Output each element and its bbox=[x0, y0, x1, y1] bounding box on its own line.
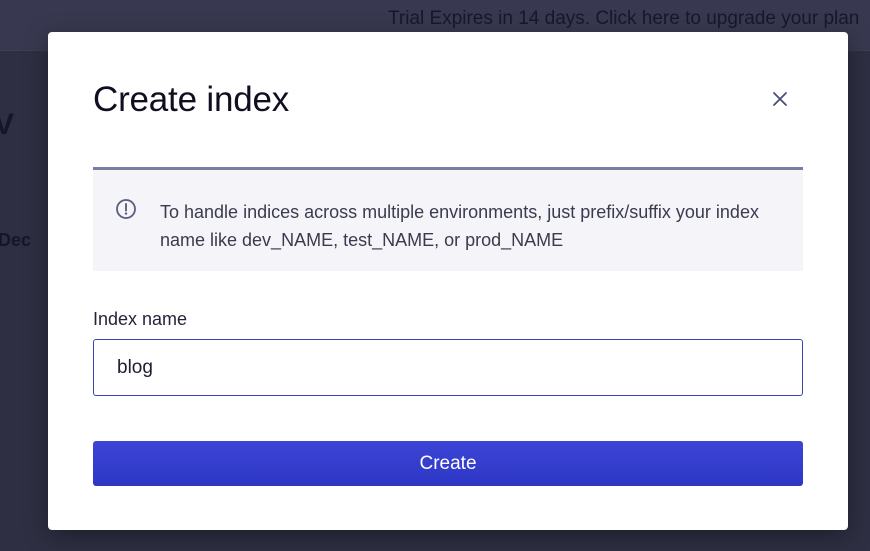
create-index-modal: Create index To handle indices across mu… bbox=[48, 32, 848, 530]
index-name-label: Index name bbox=[93, 309, 188, 329]
close-button[interactable] bbox=[766, 86, 794, 114]
trial-banner-text: Trial Expires in 14 days. Click here to … bbox=[388, 8, 860, 29]
create-button[interactable]: Create bbox=[93, 441, 803, 486]
info-callout: To handle indices across multiple enviro… bbox=[93, 167, 803, 271]
info-text: To handle indices across multiple enviro… bbox=[160, 202, 759, 250]
close-icon bbox=[772, 91, 788, 110]
index-name-input[interactable] bbox=[93, 339, 803, 396]
info-circle-icon bbox=[115, 198, 137, 220]
background-heading: V bbox=[0, 108, 15, 141]
modal-title: Create index bbox=[93, 80, 290, 119]
background-subtext: Dec bbox=[0, 230, 32, 250]
